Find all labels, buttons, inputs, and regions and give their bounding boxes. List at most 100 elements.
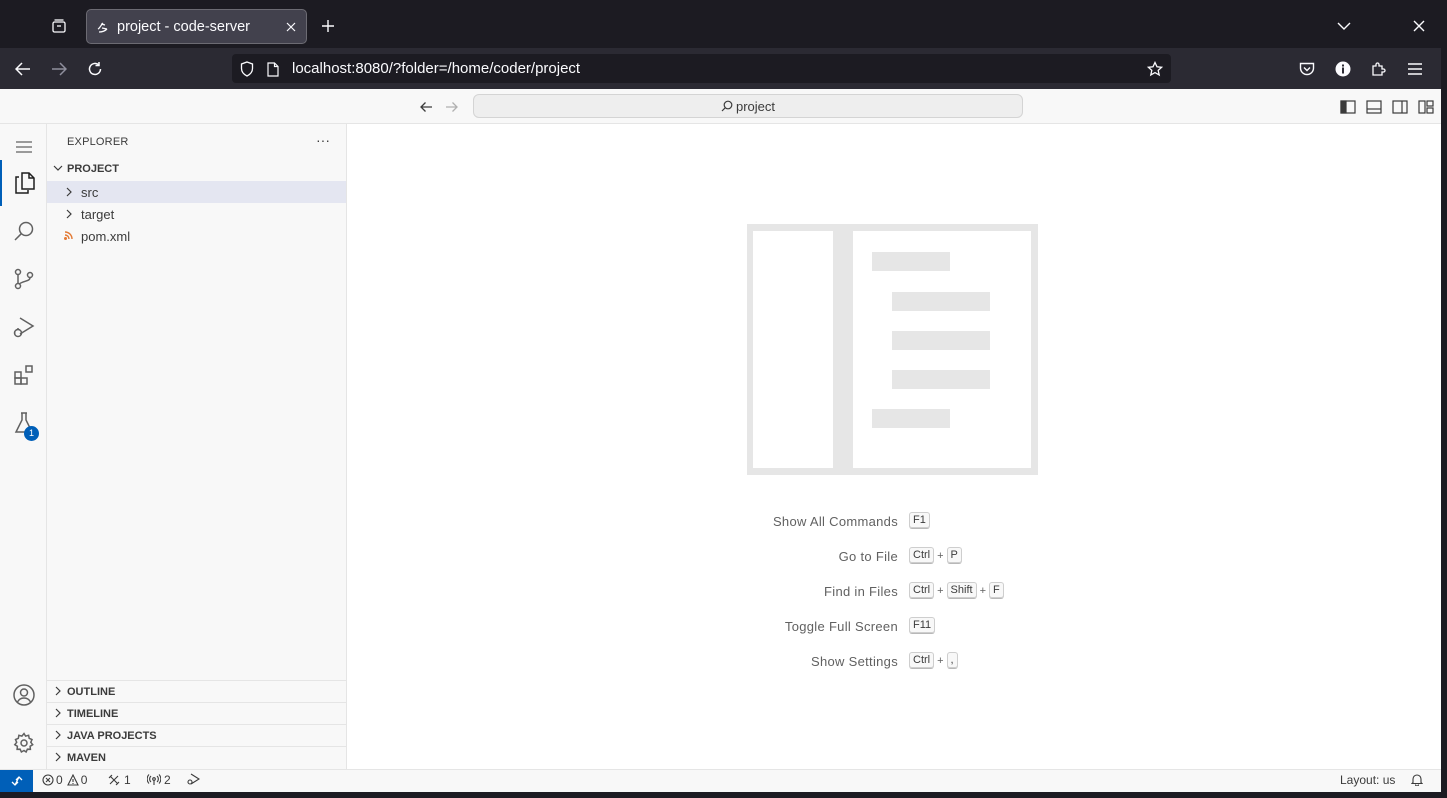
- tree-item-label: src: [81, 185, 99, 200]
- shortcut-label: Show Settings: [810, 654, 898, 669]
- problems-indicator[interactable]: 0 0: [42, 773, 87, 787]
- pocket-icon[interactable]: [1296, 58, 1318, 80]
- extensions-puzzle-icon[interactable]: [1368, 58, 1390, 80]
- explorer-icon[interactable]: [0, 160, 47, 206]
- app-frame: project - code-server localhost:8080/?fo…: [0, 0, 1441, 792]
- new-tab-icon[interactable]: [318, 16, 338, 36]
- shield-icon[interactable]: [238, 60, 256, 78]
- ports-count: 1: [124, 773, 131, 787]
- chevron-down-icon: [53, 165, 63, 171]
- explorer-sidebar: EXPLORER ··· PROJECT src target pom.xml …: [47, 124, 347, 769]
- section-maven[interactable]: MAVEN: [47, 746, 347, 768]
- forward-icon: [48, 58, 70, 80]
- debug-launch-icon[interactable]: [186, 773, 200, 785]
- app-menu-icon[interactable]: [1404, 58, 1426, 80]
- vscode-watermark-logo: [747, 224, 1038, 475]
- activity-bar: 1: [0, 124, 47, 769]
- testing-badge: 1: [24, 426, 39, 441]
- reload-icon[interactable]: [84, 58, 106, 80]
- customize-layout-icon[interactable]: [1416, 97, 1436, 117]
- toggle-panel-icon[interactable]: [1364, 97, 1384, 117]
- section-label: OUTLINE: [67, 686, 116, 698]
- browser-tab-active[interactable]: project - code-server: [86, 9, 307, 44]
- toggle-primary-sidebar-icon[interactable]: [1338, 97, 1358, 117]
- command-center[interactable]: project: [473, 94, 1023, 118]
- code-server-favicon: [95, 19, 111, 35]
- shortcut-find-in-files: Find in Files Ctrl + Shift + F: [347, 581, 1047, 601]
- section-java-projects[interactable]: JAVA PROJECTS: [47, 724, 347, 746]
- extensions-icon[interactable]: [0, 352, 47, 398]
- section-outline[interactable]: OUTLINE: [47, 680, 347, 702]
- shortcut-keys: Ctrl + P: [909, 547, 962, 564]
- keycap: ,: [946, 652, 958, 669]
- tree-item-pom-xml[interactable]: pom.xml: [47, 225, 346, 247]
- extension-info-icon[interactable]: [1332, 58, 1354, 80]
- source-control-icon[interactable]: [0, 256, 47, 302]
- shortcut-label: Show All Commands: [772, 514, 898, 529]
- run-and-debug-icon[interactable]: [0, 304, 47, 350]
- keycap: F11: [909, 617, 936, 634]
- page-icon[interactable]: [264, 60, 282, 78]
- keycap: Ctrl: [909, 547, 935, 564]
- chevron-right-icon: [55, 686, 61, 696]
- section-label: PROJECT: [67, 163, 119, 175]
- keycap: Shift: [946, 582, 977, 599]
- keycap: P: [946, 547, 962, 564]
- ports-indicator[interactable]: 1: [108, 773, 131, 787]
- vscode-title-bar: project: [0, 89, 1441, 124]
- window-close-icon[interactable]: [1409, 16, 1429, 36]
- search-icon[interactable]: [0, 208, 47, 254]
- bookmark-star-icon[interactable]: [1145, 59, 1165, 79]
- command-center-label: project: [474, 99, 1022, 114]
- keycap: F1: [909, 512, 930, 529]
- broadcast-count: 2: [164, 773, 171, 787]
- broadcast-indicator[interactable]: 2: [147, 773, 171, 787]
- chevron-right-icon: [66, 187, 72, 197]
- browser-tab-bar: project - code-server: [0, 0, 1441, 48]
- toggle-secondary-sidebar-icon[interactable]: [1390, 97, 1410, 117]
- tree-item-target[interactable]: target: [47, 203, 346, 225]
- keycap: Ctrl: [909, 652, 935, 669]
- status-bar: 0 0 1 2 Layout: us: [0, 769, 1441, 792]
- tree-item-src[interactable]: src: [47, 181, 346, 203]
- editor-area: [347, 124, 1441, 769]
- tab-overview-icon[interactable]: [48, 15, 70, 37]
- keycap: Ctrl: [909, 582, 935, 599]
- more-actions-icon[interactable]: ···: [313, 132, 333, 152]
- section-timeline[interactable]: TIMELINE: [47, 702, 347, 724]
- command-center-text: project: [735, 99, 776, 114]
- list-all-tabs-icon[interactable]: [1334, 16, 1354, 36]
- shortcut-keys: Ctrl +,: [909, 652, 958, 669]
- go-back-icon[interactable]: [416, 97, 436, 117]
- layout-label: Layout: us: [1340, 773, 1396, 787]
- section-label: JAVA PROJECTS: [67, 730, 157, 742]
- error-icon: [42, 774, 54, 786]
- tree-item-label: pom.xml: [81, 229, 131, 244]
- url-bar[interactable]: localhost:8080/?folder=/home/coder/proje…: [232, 54, 1171, 83]
- chevron-right-icon: [55, 730, 61, 740]
- error-count: 0: [56, 773, 63, 787]
- notifications-bell-icon[interactable]: [1411, 773, 1423, 786]
- section-project[interactable]: PROJECT: [47, 158, 347, 180]
- chevron-right-icon: [55, 708, 61, 718]
- remote-indicator-icon[interactable]: [0, 770, 33, 792]
- warning-count: 0: [80, 773, 88, 787]
- tree-item-label: target: [81, 207, 115, 222]
- shortcut-label: Find in Files: [824, 584, 898, 599]
- back-icon[interactable]: [12, 58, 34, 80]
- tab-close-icon[interactable]: [283, 19, 299, 35]
- keyboard-layout-indicator[interactable]: Layout: us: [1340, 773, 1395, 787]
- search-icon: [721, 100, 733, 112]
- section-label: MAVEN: [67, 752, 106, 764]
- manage-gear-icon[interactable]: [0, 720, 47, 766]
- chevron-right-icon: [66, 209, 72, 219]
- shortcut-show-settings: Show Settings Ctrl +,: [347, 651, 1047, 671]
- testing-icon[interactable]: 1: [0, 400, 47, 446]
- accounts-icon[interactable]: [0, 672, 47, 718]
- shortcut-keys: F11: [909, 617, 936, 634]
- warning-icon: [66, 774, 79, 786]
- shortcut-keys: Ctrl + Shift + F: [909, 582, 1004, 599]
- shortcut-toggle-full-screen: Toggle Full Screen F11: [347, 616, 1047, 636]
- keycap: F: [989, 582, 1004, 599]
- url-text[interactable]: localhost:8080/?folder=/home/coder/proje…: [292, 60, 580, 77]
